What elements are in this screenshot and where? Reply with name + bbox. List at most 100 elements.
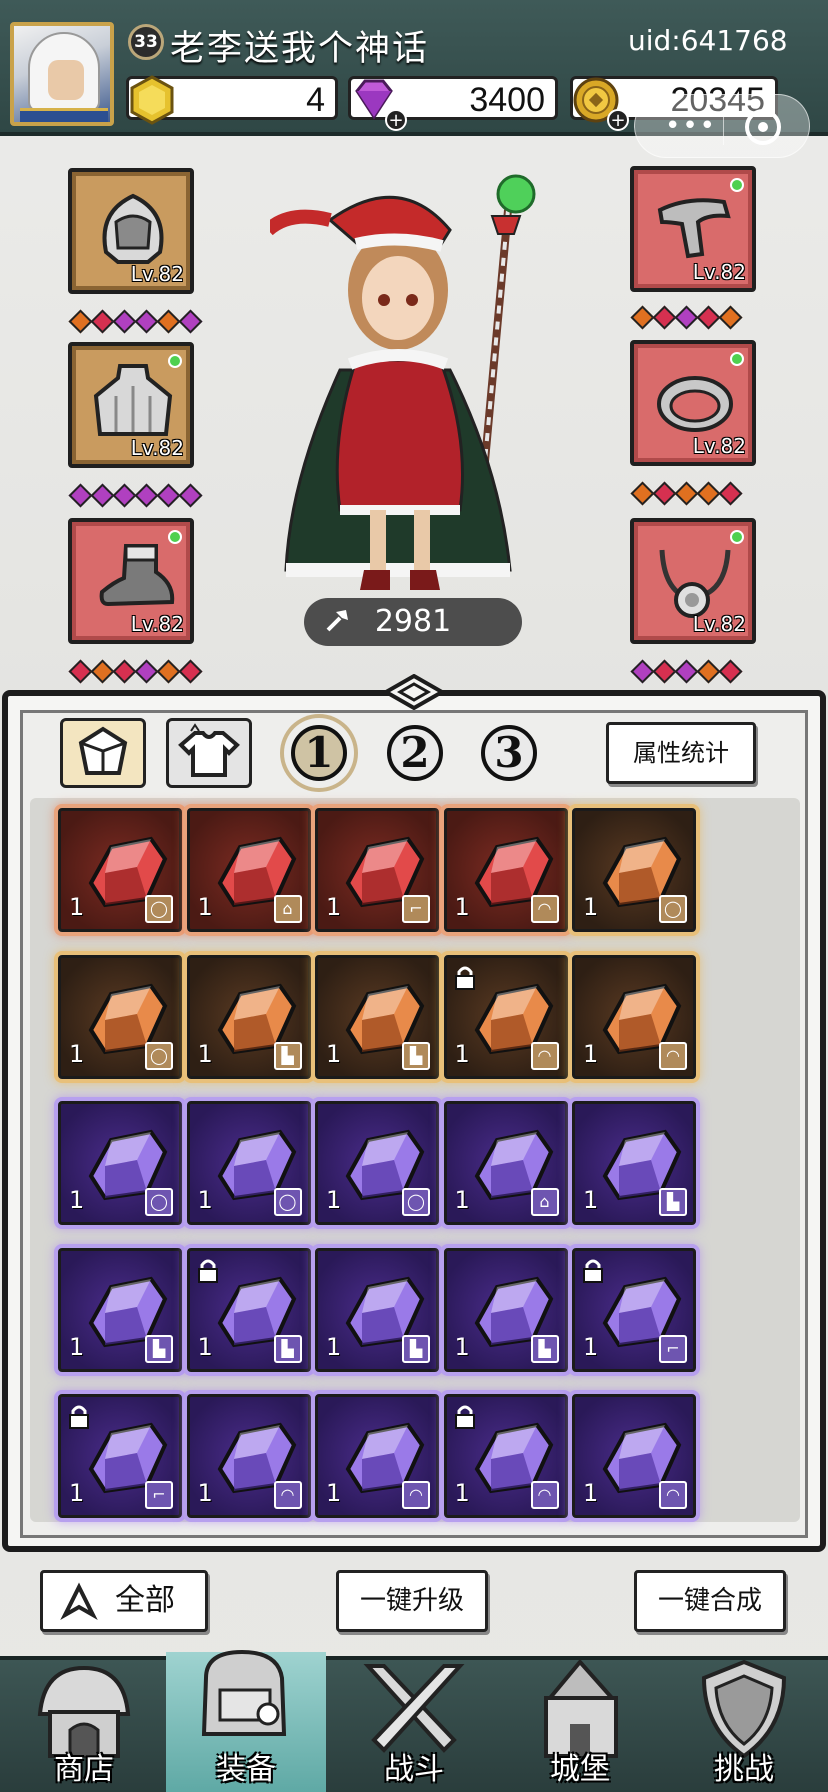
hammer-icon [326,610,348,632]
rating-diamond [674,659,699,684]
nav-challenge[interactable]: 挑战 [664,1652,824,1792]
upgrade-badge [168,530,182,544]
avatar[interactable] [10,22,114,126]
rating-diamond [112,483,137,508]
stats-button[interactable]: 属性统计 [606,722,756,784]
more-icon[interactable]: ••• [665,113,717,139]
filter-all-button[interactable]: 全部 [40,1570,208,1632]
hat-type-icon: ◠ [659,1481,687,1509]
hat-type-icon: ◠ [530,1041,559,1070]
inventory-slot[interactable]: 1 ◯ [58,808,182,932]
rating-diamond [134,659,159,684]
rating-diamond [718,659,743,684]
item-count: 1 [326,893,342,921]
inventory-slot[interactable]: 1 ◯ [315,1101,439,1225]
inventory-slot[interactable]: 1 ▙ [315,1247,439,1372]
inventory-slot[interactable]: 1 ⌂ [186,808,311,932]
equip-slot-helmet[interactable]: Lv.82 [68,168,194,294]
equip-slot-boots[interactable]: Lv.82 [68,518,194,644]
equip-rating-row [68,659,203,684]
equip-slot-pipe[interactable]: Lv.82 [630,166,756,292]
gem-filter-icon [78,726,128,775]
inventory-slot[interactable]: 1 ◯ [58,954,182,1079]
rating-diamond [134,483,159,508]
nav-label: 商店 [54,1752,114,1787]
equip-slot-cape[interactable]: Lv.82 [68,342,194,468]
inventory-slot[interactable]: 1 ⌐ [58,1394,182,1518]
page-tab-3[interactable]: 3 [474,718,544,788]
item-count: 1 [197,1039,213,1068]
inventory-slot[interactable]: 1 ▙ [315,954,439,1079]
nav-shop[interactable]: 商店 [4,1652,164,1792]
equip-rating-row [630,481,743,506]
item-count: 1 [69,1332,85,1361]
nav-label: 战斗 [384,1752,444,1787]
lock-icon [69,1405,89,1429]
item-count: 1 [197,893,213,921]
capsule-divider [723,109,724,145]
one-click-merge-button[interactable]: 一键合成 [634,1570,786,1632]
equip-rating-row [68,483,203,508]
inventory-slot[interactable]: 1 ⌂ [443,1101,568,1225]
ring-type-icon: ◯ [659,895,687,923]
inventory-slot[interactable]: 1 ▙ [186,954,311,1079]
item-count: 1 [583,1332,599,1361]
inventory-slot[interactable]: 1 ◠ [443,808,568,932]
rating-diamond [718,481,743,506]
inventory-slot[interactable]: 1 ◠ [443,954,568,1079]
diamond-counter: + 3400 [348,76,558,131]
page-tab-2[interactable]: 2 [380,718,450,788]
ring-type-icon: ◯ [145,1188,173,1216]
shield-icon [701,1659,787,1758]
inventory-slot[interactable]: 1 ◯ [58,1101,182,1225]
equip-rating-row [630,659,743,684]
shirt-filter-tab[interactable] [166,718,252,788]
player-uid: uid:641768 [628,24,788,57]
item-count: 1 [326,1039,342,1068]
inventory-slot[interactable]: 1 ⌐ [315,808,439,932]
inventory-slot[interactable]: 1 ▙ [572,1101,696,1225]
upgrade-badge [168,354,182,368]
page-tab-1[interactable]: 1 [284,718,354,788]
nav-equipment[interactable]: 装备 [166,1649,326,1792]
rating-diamond [696,659,721,684]
equip-level: Lv.82 [692,260,746,284]
rating-diamond [178,659,203,684]
inventory-slot[interactable]: 1 ◠ [572,1394,696,1518]
ring-type-icon: ◯ [402,1188,430,1216]
inventory-slot[interactable]: 1 ◠ [572,954,696,1079]
inventory-slot[interactable]: 1 ◯ [186,1101,311,1225]
ring-type-icon: ◯ [273,1188,302,1216]
inventory-slot[interactable]: 1 ▙ [186,1247,311,1372]
equip-rating-row [68,309,203,334]
gem-filter-tab[interactable] [60,718,146,788]
hat-type-icon: ◠ [530,895,559,923]
avatar-coat [20,108,108,122]
equip-slot-ring[interactable]: Lv.82 [630,340,756,466]
inventory-slot[interactable]: 1 ◯ [572,808,696,932]
inventory-slot[interactable]: 1 ▙ [58,1247,182,1372]
item-count: 1 [69,893,85,921]
nav-castle[interactable]: 城堡 [500,1652,660,1792]
character-portrait[interactable] [270,150,540,610]
item-count: 1 [197,1186,213,1214]
item-count: 1 [583,1039,599,1068]
hat-type-icon: ◠ [530,1481,559,1509]
hat-type-icon: ◠ [273,1481,302,1509]
rating-diamond [134,309,159,334]
inventory-slot[interactable]: 1 ◠ [315,1394,439,1518]
add-gold-icon[interactable]: + [607,109,629,131]
equip-slot-necklace[interactable]: Lv.82 [630,518,756,644]
nav-battle[interactable]: 战斗 [334,1652,494,1792]
upgrade-badge [730,178,744,192]
add-diamond-icon[interactable]: + [385,109,407,131]
pipe-type-icon: ⌐ [659,1334,687,1363]
close-miniprogram-icon[interactable] [745,109,781,145]
one-click-upgrade-button[interactable]: 一键升级 [336,1570,488,1632]
inventory-slot[interactable]: 1 ▙ [443,1247,568,1372]
hat-type-icon: ◠ [659,1041,687,1070]
inventory-slot[interactable]: 1 ⌐ [572,1247,696,1372]
inventory-slot[interactable]: 1 ◠ [186,1394,311,1518]
inventory-slot[interactable]: 1 ◠ [443,1394,568,1518]
item-count: 1 [454,1479,470,1507]
